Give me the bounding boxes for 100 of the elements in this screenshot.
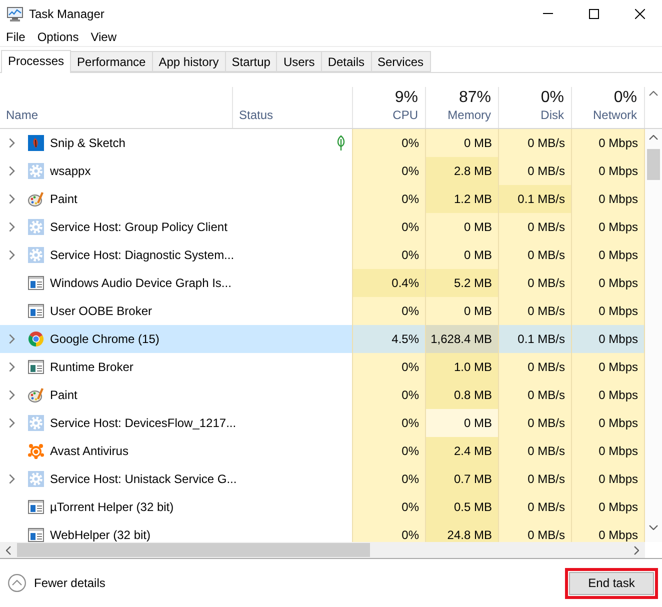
metric-cell: 0 MB: [426, 297, 499, 325]
metric-cell: 0 MB: [426, 213, 499, 241]
palette-icon: [28, 387, 44, 403]
tab[interactable]: Startup: [224, 51, 278, 72]
metric-cell: 0%: [353, 465, 426, 493]
window-icon: [28, 303, 44, 319]
tab[interactable]: Processes: [1, 50, 72, 73]
column-total: 0%: [540, 89, 564, 107]
metric-cell: 0 MB/s: [499, 521, 572, 542]
metric-cell: 0 MB: [426, 129, 499, 157]
gear-icon: [28, 471, 44, 487]
minimize-icon: [543, 13, 553, 14]
chevron-right-icon[interactable]: [9, 362, 15, 372]
metric-cell: 0 Mbps: [572, 409, 645, 437]
pen-tile-icon: [28, 135, 44, 151]
column-header[interactable]: Status: [239, 107, 274, 123]
chevron-right-icon[interactable]: [9, 166, 15, 176]
process-name: User OOBE Broker: [50, 304, 152, 318]
process-name: µTorrent Helper (32 bit): [50, 500, 174, 514]
gear-icon: [28, 247, 44, 263]
scrollbar-thumb[interactable]: [17, 543, 370, 557]
metric-cell: 0 MB/s: [499, 465, 572, 493]
window-icon: [28, 499, 44, 515]
menu-item[interactable]: File: [0, 28, 32, 46]
process-name: Service Host: DevicesFlow_1217...: [50, 416, 236, 430]
column-header[interactable]: Disk: [540, 107, 564, 123]
metric-cell: 0 MB/s: [499, 493, 572, 521]
metric-cell: 0%: [353, 241, 426, 269]
chevron-right-icon[interactable]: [9, 390, 15, 400]
metric-cell: 0.5 MB: [426, 493, 499, 521]
metric-cell: 0 MB/s: [499, 381, 572, 409]
metric-cell: 1.2 MB: [426, 185, 499, 213]
chevron-right-icon[interactable]: [9, 418, 15, 428]
metric-cell: 0 Mbps: [572, 521, 645, 542]
horizontal-scrollbar[interactable]: [0, 542, 645, 558]
browser-icon: [28, 331, 44, 347]
chevron-right-icon[interactable]: [9, 250, 15, 260]
metric-cell: 0 Mbps: [572, 157, 645, 185]
window-icon: [28, 359, 44, 375]
gear-icon: [28, 415, 44, 431]
metric-cell: 0.1 MB/s: [499, 325, 572, 353]
column-header[interactable]: Memory: [448, 107, 491, 123]
menu-item[interactable]: Options: [31, 28, 85, 46]
metric-cell: 0 MB/s: [499, 129, 572, 157]
metric-cell: 0 Mbps: [572, 493, 645, 521]
close-icon: [634, 8, 644, 18]
chevron-right-icon[interactable]: [9, 194, 15, 204]
scroll-right-icon[interactable]: [634, 546, 639, 554]
tab[interactable]: Services: [370, 51, 431, 72]
metric-cell: 0 MB/s: [499, 297, 572, 325]
process-name: Service Host: Unistack Service G...: [50, 472, 237, 486]
metric-cell: 0 MB/s: [499, 409, 572, 437]
metric-cell: 0 MB/s: [499, 213, 572, 241]
collapse-circle-icon: [8, 574, 26, 592]
tab[interactable]: Users: [276, 51, 322, 72]
chevron-right-icon[interactable]: [9, 138, 15, 148]
tab[interactable]: Details: [320, 51, 372, 72]
process-name: Windows Audio Device Graph Is...: [50, 276, 232, 290]
column-total: 87%: [458, 89, 491, 107]
metric-cell: 0 MB/s: [499, 269, 572, 297]
process-name: Snip & Sketch: [50, 136, 126, 150]
metric-cell: 0%: [353, 521, 426, 542]
process-row[interactable]: Google Chrome (15) 4.5% 1,628.4 MB 0.1 MB/s 0 Mbps: [0, 325, 645, 353]
metric-cell: 0.1 MB/s: [499, 185, 572, 213]
metric-cell: 5.2 MB: [426, 269, 499, 297]
chevron-right-icon[interactable]: [9, 474, 15, 484]
column-header[interactable]: Name: [6, 107, 38, 123]
fewer-details-button[interactable]: Fewer details: [8, 574, 106, 592]
metric-cell: 0 Mbps: [572, 437, 645, 465]
metric-cell: 0%: [353, 185, 426, 213]
tab[interactable]: App history: [152, 51, 226, 72]
metric-cell: 0%: [353, 213, 426, 241]
process-name: Service Host: Group Policy Client: [50, 220, 228, 234]
metric-cell: 0 Mbps: [572, 381, 645, 409]
metric-cell: 0 Mbps: [572, 297, 645, 325]
scrollbar-thumb[interactable]: [647, 149, 660, 180]
metric-cell: 0.7 MB: [426, 465, 499, 493]
scroll-left-icon[interactable]: [6, 546, 11, 554]
metric-cell: 0%: [353, 409, 426, 437]
tab[interactable]: Performance: [70, 51, 153, 72]
end-task-button[interactable]: End task: [569, 572, 654, 594]
window-icon: [28, 275, 44, 291]
column-header[interactable]: CPU: [392, 107, 418, 123]
metric-cell: 0%: [353, 129, 426, 157]
column-header[interactable]: Network: [592, 107, 637, 123]
menu-item[interactable]: View: [84, 28, 122, 46]
metric-cell: 0.8 MB: [426, 381, 499, 409]
column-total: 0%: [614, 89, 637, 107]
scroll-up-icon[interactable]: [649, 135, 658, 140]
metric-cell: 0 Mbps: [572, 241, 645, 269]
vertical-scrollbar[interactable]: [645, 129, 662, 542]
metric-cell: 0 MB: [426, 241, 499, 269]
metric-cell: 0 Mbps: [572, 325, 645, 353]
chevron-right-icon[interactable]: [9, 222, 15, 232]
metric-cell: 0 Mbps: [572, 213, 645, 241]
process-name: Runtime Broker: [50, 360, 134, 374]
metric-cell: 0 Mbps: [572, 465, 645, 493]
scroll-down-icon[interactable]: [649, 525, 658, 530]
chevron-right-icon[interactable]: [9, 334, 15, 344]
metric-cell: 1,628.4 MB: [426, 325, 499, 353]
